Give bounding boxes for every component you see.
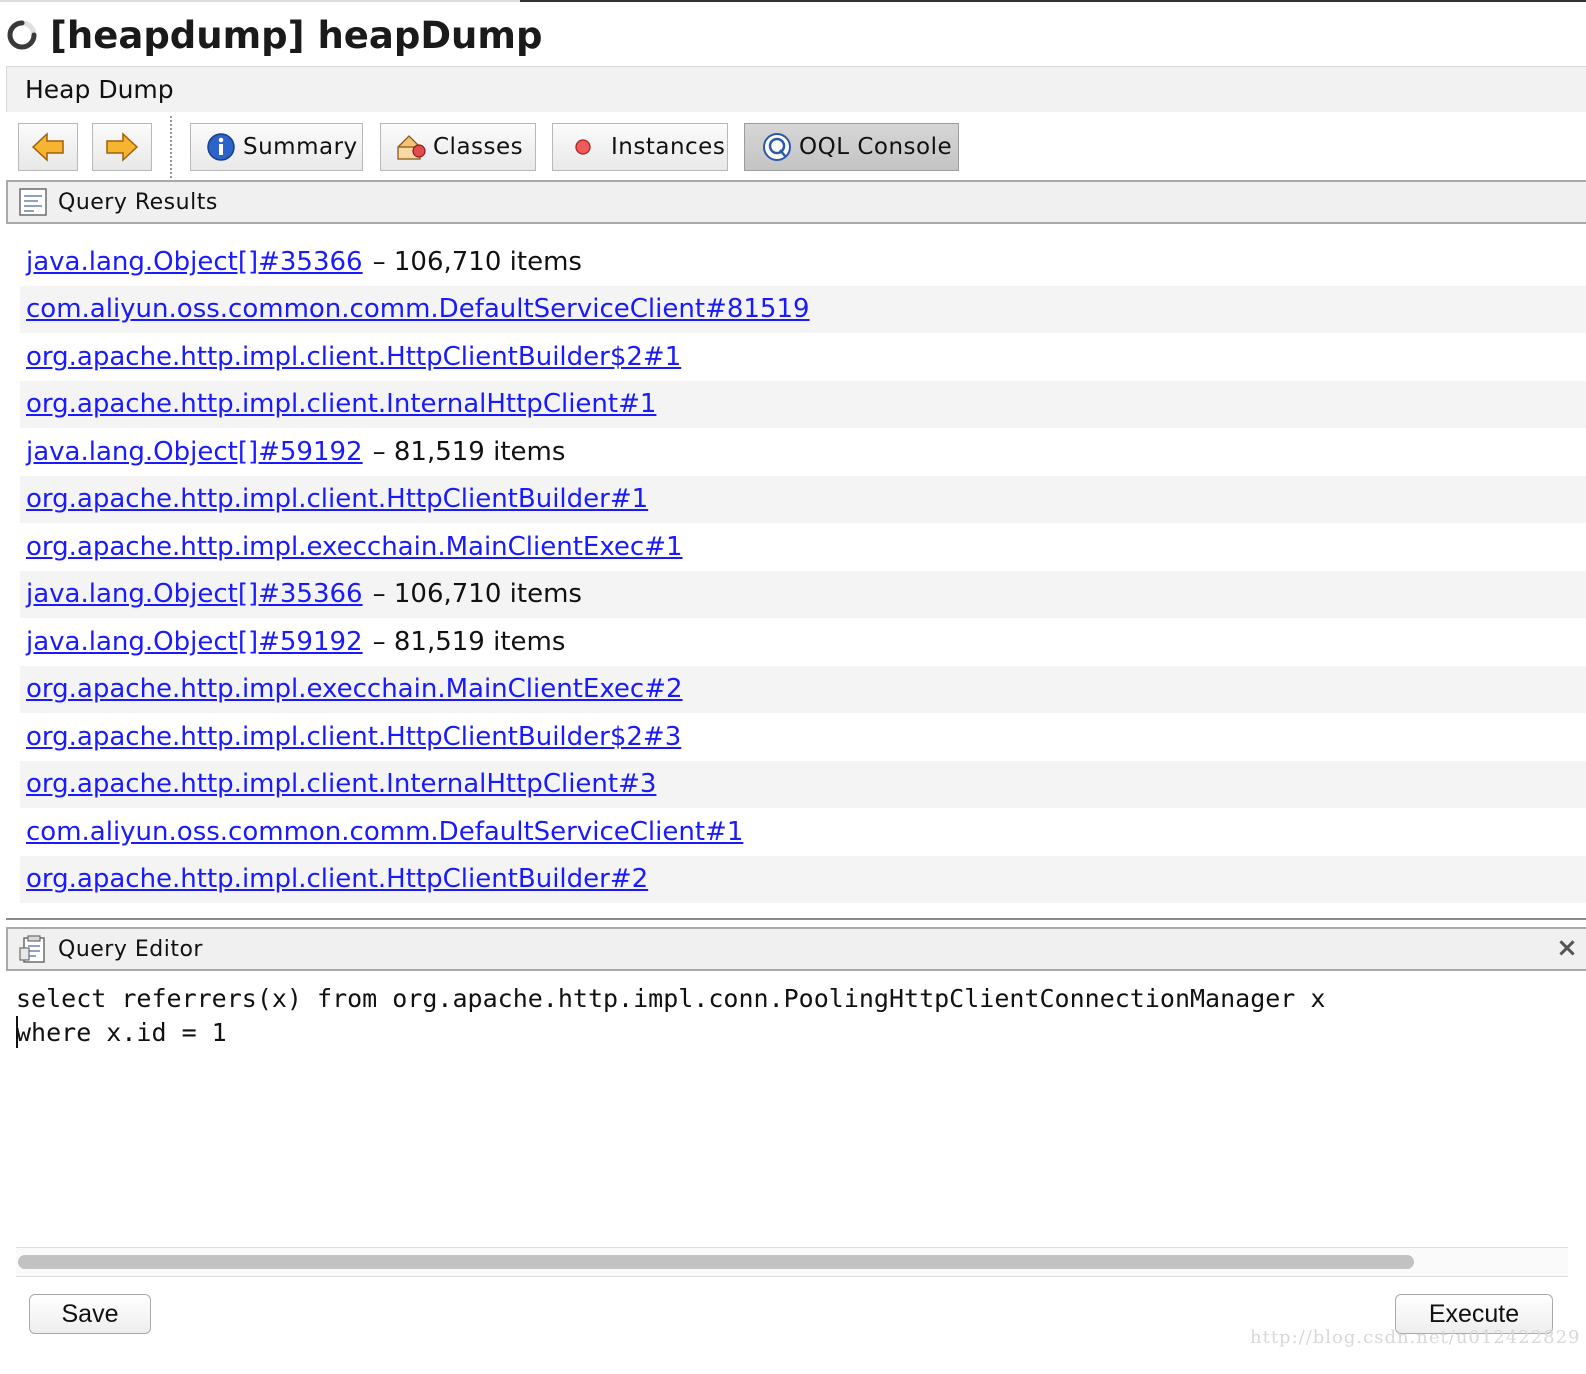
result-link[interactable]: com.aliyun.oss.common.comm.DefaultServic… bbox=[26, 817, 743, 847]
result-row: java.lang.Object[]#59192 – 81,519 items bbox=[20, 428, 1586, 476]
editor-scrollbar-thumb[interactable] bbox=[18, 1255, 1414, 1269]
result-row: java.lang.Object[]#59192 – 81,519 items bbox=[20, 618, 1586, 666]
result-row: org.apache.http.impl.client.InternalHttp… bbox=[20, 760, 1586, 808]
result-item-count: – 106,710 items bbox=[372, 579, 582, 610]
result-row: java.lang.Object[]#35366 – 106,710 items bbox=[20, 570, 1586, 618]
result-item-count: – 106,710 items bbox=[372, 246, 582, 277]
query-results-header: Query Results bbox=[6, 180, 1586, 224]
result-row: com.aliyun.oss.common.comm.DefaultServic… bbox=[20, 808, 1586, 856]
arrow-right-icon bbox=[106, 132, 139, 162]
result-link[interactable]: com.aliyun.oss.common.comm.DefaultServic… bbox=[26, 294, 810, 324]
query-editor-title: Query Editor bbox=[58, 936, 203, 962]
summary-button[interactable]: Summary bbox=[190, 123, 363, 171]
result-item-count: – 81,519 items bbox=[372, 626, 566, 657]
window-title-bar: [heapdump] heapDump bbox=[0, 8, 542, 62]
result-row: org.apache.http.impl.client.HttpClientBu… bbox=[20, 475, 1586, 523]
oql-icon bbox=[761, 131, 793, 163]
text-caret bbox=[16, 1016, 18, 1048]
editor-horizontal-scrollbar[interactable] bbox=[16, 1247, 1568, 1277]
forward-button[interactable] bbox=[92, 123, 152, 171]
results-list-icon bbox=[19, 188, 47, 216]
loading-spinner-icon bbox=[7, 20, 37, 50]
result-link[interactable]: java.lang.Object[]#59192 bbox=[26, 437, 363, 467]
result-link[interactable]: org.apache.http.impl.client.InternalHttp… bbox=[26, 769, 656, 799]
close-icon[interactable]: × bbox=[1554, 935, 1580, 961]
info-icon bbox=[205, 131, 237, 163]
tab-heap-dump-label: Heap Dump bbox=[25, 75, 174, 104]
result-link[interactable]: org.apache.http.impl.execchain.MainClien… bbox=[26, 674, 683, 704]
toolbar-separator bbox=[170, 116, 172, 178]
window-title: [heapdump] heapDump bbox=[50, 13, 543, 57]
result-row: java.lang.Object[]#35366 – 106,710 items bbox=[20, 238, 1586, 286]
query-results-title: Query Results bbox=[58, 189, 218, 215]
query-editor-textarea[interactable]: select referrers(x) from org.apache.http… bbox=[16, 982, 1576, 1242]
tab-heap-dump[interactable]: Heap Dump bbox=[6, 66, 1586, 112]
query-results-list: java.lang.Object[]#35366 – 106,710 items c… bbox=[20, 238, 1586, 903]
result-item-count: – 81,519 items bbox=[372, 436, 566, 467]
result-link[interactable]: org.apache.http.impl.client.InternalHttp… bbox=[26, 389, 656, 419]
result-link[interactable]: org.apache.http.impl.client.HttpClientBu… bbox=[26, 342, 681, 372]
query-editor-icon bbox=[19, 935, 45, 963]
view-toolbar: Summary Classes Instances OQL Console bbox=[0, 114, 1586, 180]
result-link[interactable]: java.lang.Object[]#59192 bbox=[26, 627, 363, 657]
window-top-border-dark bbox=[520, 0, 1586, 2]
oql-console-button[interactable]: OQL Console bbox=[744, 123, 959, 171]
instance-dot-icon bbox=[567, 131, 599, 163]
instances-button-label: Instances bbox=[611, 134, 726, 160]
back-button[interactable] bbox=[18, 123, 78, 171]
result-link[interactable]: org.apache.http.impl.client.HttpClientBu… bbox=[26, 722, 681, 752]
save-button[interactable]: Save bbox=[29, 1294, 151, 1334]
window-top-border bbox=[0, 0, 520, 2]
result-link[interactable]: org.apache.http.impl.client.HttpClientBu… bbox=[26, 864, 648, 894]
classes-icon bbox=[395, 131, 427, 163]
classes-button[interactable]: Classes bbox=[380, 123, 536, 171]
result-row: org.apache.http.impl.client.HttpClientBu… bbox=[20, 855, 1586, 903]
result-row: com.aliyun.oss.common.comm.DefaultServic… bbox=[20, 285, 1586, 333]
result-row: org.apache.http.impl.client.HttpClientBu… bbox=[20, 333, 1586, 381]
result-link[interactable]: java.lang.Object[]#35366 bbox=[26, 579, 363, 609]
result-link[interactable]: org.apache.http.impl.client.HttpClientBu… bbox=[26, 484, 648, 514]
instances-button[interactable]: Instances bbox=[552, 123, 728, 171]
result-row: org.apache.http.impl.execchain.MainClien… bbox=[20, 523, 1586, 571]
panel-splitter[interactable] bbox=[6, 918, 1586, 920]
result-row: org.apache.http.impl.execchain.MainClien… bbox=[20, 665, 1586, 713]
result-row: org.apache.http.impl.client.InternalHttp… bbox=[20, 380, 1586, 428]
query-editor-header: Query Editor × bbox=[6, 927, 1586, 971]
oql-console-button-label: OQL Console bbox=[799, 134, 953, 160]
result-link[interactable]: org.apache.http.impl.execchain.MainClien… bbox=[26, 532, 683, 562]
result-row: org.apache.http.impl.client.HttpClientBu… bbox=[20, 713, 1586, 761]
result-link[interactable]: java.lang.Object[]#35366 bbox=[26, 247, 363, 277]
summary-button-label: Summary bbox=[243, 134, 358, 160]
watermark-text: http://blog.csdn.net/u012422829 bbox=[1250, 1327, 1581, 1348]
arrow-left-icon bbox=[31, 132, 64, 162]
classes-button-label: Classes bbox=[433, 134, 524, 160]
